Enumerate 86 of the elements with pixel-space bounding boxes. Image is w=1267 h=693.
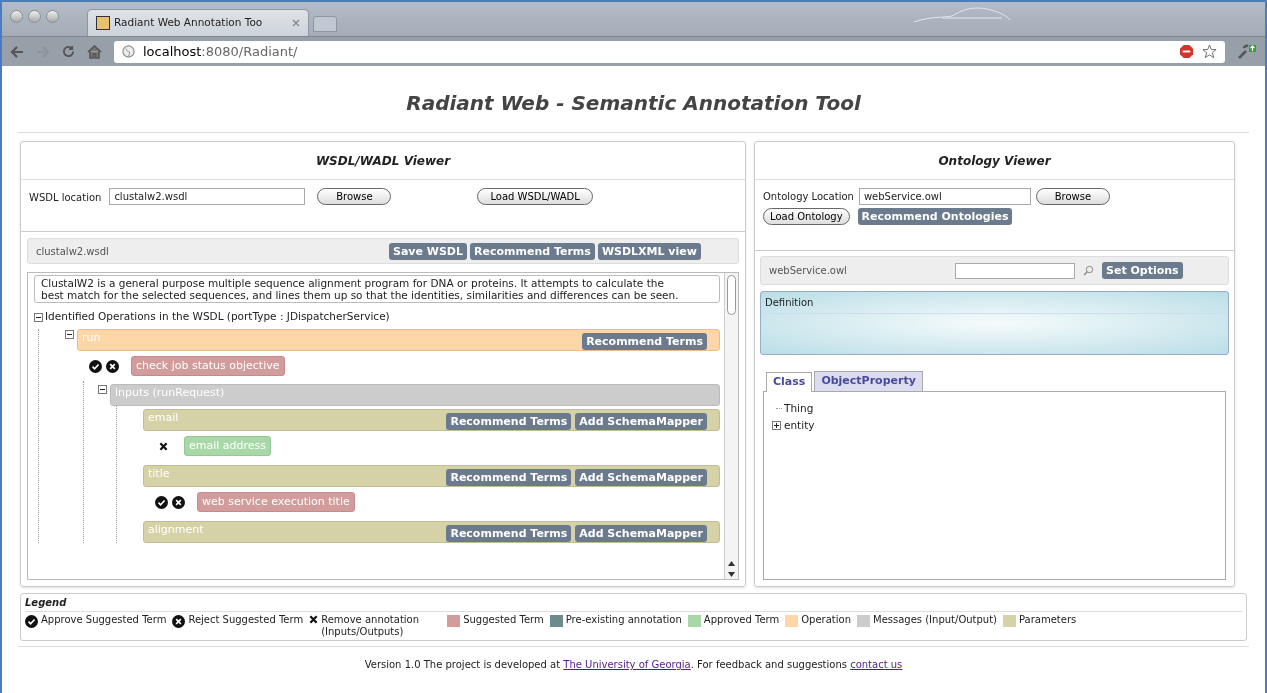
legend-label: Pre-existing annotation xyxy=(565,614,682,626)
parameter-bar[interactable]: title Recommend Terms Add SchemaMapper xyxy=(143,465,720,487)
remove-x-icon[interactable] xyxy=(309,615,319,624)
save-wsdl-button[interactable]: Save WSDL xyxy=(389,242,467,260)
operation-bar[interactable]: run Recommend Terms xyxy=(77,329,720,351)
field-label: Ontology Location xyxy=(763,190,854,204)
collapse-minus-icon[interactable] xyxy=(65,330,74,339)
ontology-location-field[interactable]: webService.owl xyxy=(858,188,1031,205)
search-field[interactable] xyxy=(955,262,1075,279)
add-schemamapper-button[interactable]: Add SchemaMapper xyxy=(575,525,707,542)
suggested-term-tag: web service execution title xyxy=(197,492,355,512)
legend-label: Messages (Input/Output) xyxy=(873,614,998,626)
load-wsdl-button[interactable]: Load WSDL/WADL xyxy=(477,188,593,205)
address-bar[interactable]: localhost:8080/Radiant/ xyxy=(114,40,1225,63)
collapse-minus-icon[interactable] xyxy=(98,385,107,394)
wsdl-location-field[interactable]: clustalw2.wsdl xyxy=(109,188,306,205)
class-tree-item[interactable]: Thing xyxy=(784,400,814,417)
class-tree-item[interactable]: entity xyxy=(784,417,815,434)
recommend-terms-button[interactable]: Recommend Terms xyxy=(470,242,595,260)
panel-title: Ontology Viewer xyxy=(755,142,1234,180)
expand-plus-icon[interactable] xyxy=(772,421,781,430)
reject-x-icon[interactable] xyxy=(106,359,119,373)
reject-x-icon[interactable] xyxy=(172,615,186,628)
load-ontology-button[interactable]: Load Ontology xyxy=(763,208,850,225)
reject-x-icon[interactable] xyxy=(172,495,185,509)
scroll-up-arrow-icon[interactable] xyxy=(725,559,738,569)
recommend-terms-button[interactable]: Recommend Terms xyxy=(446,413,572,430)
parameter-bar[interactable]: alignment Recommend Terms Add SchemaMapper xyxy=(143,521,720,543)
approve-check-icon[interactable] xyxy=(155,495,168,509)
recommend-terms-button[interactable]: Recommend Terms xyxy=(582,333,707,350)
suggested-term-tag: check job status objective xyxy=(131,356,285,376)
favicon-icon xyxy=(96,16,110,30)
remove-x-icon[interactable] xyxy=(159,441,168,451)
add-schemamapper-button[interactable]: Add SchemaMapper xyxy=(575,413,707,430)
legend-title: Legend xyxy=(25,594,1242,612)
collapse-minus-icon[interactable] xyxy=(34,312,43,322)
panel-title: WSDL/WADL Viewer xyxy=(21,142,745,180)
ontology-tab[interactable]: ObjectProperty xyxy=(814,371,923,391)
footer-text: Version 1.0 The project is developed at The University of Georgia. For feedback and suggestions contact us xyxy=(364,658,903,672)
back-arrow-icon[interactable] xyxy=(10,45,24,58)
wrench-icon[interactable] xyxy=(1237,43,1257,60)
parameter-bar[interactable]: email Recommend Terms Add SchemaMapper xyxy=(143,409,720,431)
legend-label: Suggested Term xyxy=(463,614,544,626)
legend-label: Approved Term xyxy=(703,614,780,626)
definition-label: Definition xyxy=(761,292,1228,314)
node-label: run xyxy=(82,330,101,345)
browse-button[interactable]: Browse xyxy=(317,188,392,205)
browser-tab[interactable]: Radiant Web Annotation Too xyxy=(87,9,309,36)
xml-view-button[interactable]: WSDLXML view xyxy=(597,242,701,260)
url-text: localhost:8080/Radiant/ xyxy=(143,42,298,61)
service-description: ClustalW2 is a general purpose multiple sequence alignment program for DNA or proteins. It attempts to calculate the best match for the selected sequences, and lines them up so that the identities, similarities and differences can be seen. xyxy=(34,275,720,303)
stop-sign-icon[interactable] xyxy=(1179,44,1194,59)
legend-label: Approve Suggested Term xyxy=(41,614,167,626)
legend-label: Reject Suggested Term xyxy=(188,614,304,626)
node-label: alignment xyxy=(148,522,204,537)
legend-label: Operation xyxy=(801,614,851,626)
legend-label: Parameters xyxy=(1019,614,1077,626)
set-options-button[interactable]: Set Options xyxy=(1102,262,1183,279)
scrollbar[interactable] xyxy=(724,273,738,579)
file-name: clustalw2.wsdl xyxy=(36,244,110,259)
page-title: Radiant Web - Semantic Annotation Tool xyxy=(18,66,1249,133)
recommend-ontologies-button[interactable]: Recommend Ontologies xyxy=(857,208,1013,225)
tab-title: Radiant Web Annotation Too xyxy=(114,15,263,31)
footer-link[interactable]: The University of Georgia xyxy=(563,659,691,670)
globe-icon xyxy=(122,45,135,58)
node-label: title xyxy=(148,466,170,481)
home-icon[interactable] xyxy=(87,44,102,59)
ontology-tab[interactable]: Class xyxy=(766,372,813,392)
field-label: WSDL location xyxy=(29,191,102,205)
scroll-down-arrow-icon[interactable] xyxy=(725,569,738,579)
tree-root-label[interactable]: Identified Operations in the WSDL (portType : JDispatcherService) xyxy=(45,309,390,325)
footer-link[interactable]: contact us xyxy=(850,659,903,670)
search-icon[interactable] xyxy=(1083,265,1094,276)
approve-check-icon[interactable] xyxy=(89,359,102,373)
legend-label: Remove annotation (Inputs/Outputs) xyxy=(321,614,421,638)
node-label: email xyxy=(148,410,179,425)
browse-button[interactable]: Browse xyxy=(1035,188,1110,205)
reload-icon[interactable] xyxy=(62,45,75,58)
scrollbar-thumb[interactable] xyxy=(727,275,736,315)
recommend-terms-button[interactable]: Recommend Terms xyxy=(446,469,572,486)
add-schemamapper-button[interactable]: Add SchemaMapper xyxy=(575,469,707,486)
approved-term-tag: email address xyxy=(184,436,272,456)
approve-check-icon[interactable] xyxy=(25,615,38,628)
recommend-terms-button[interactable]: Recommend Terms xyxy=(446,525,572,542)
star-icon[interactable] xyxy=(1202,44,1217,59)
file-name: webService.owl xyxy=(769,264,848,278)
